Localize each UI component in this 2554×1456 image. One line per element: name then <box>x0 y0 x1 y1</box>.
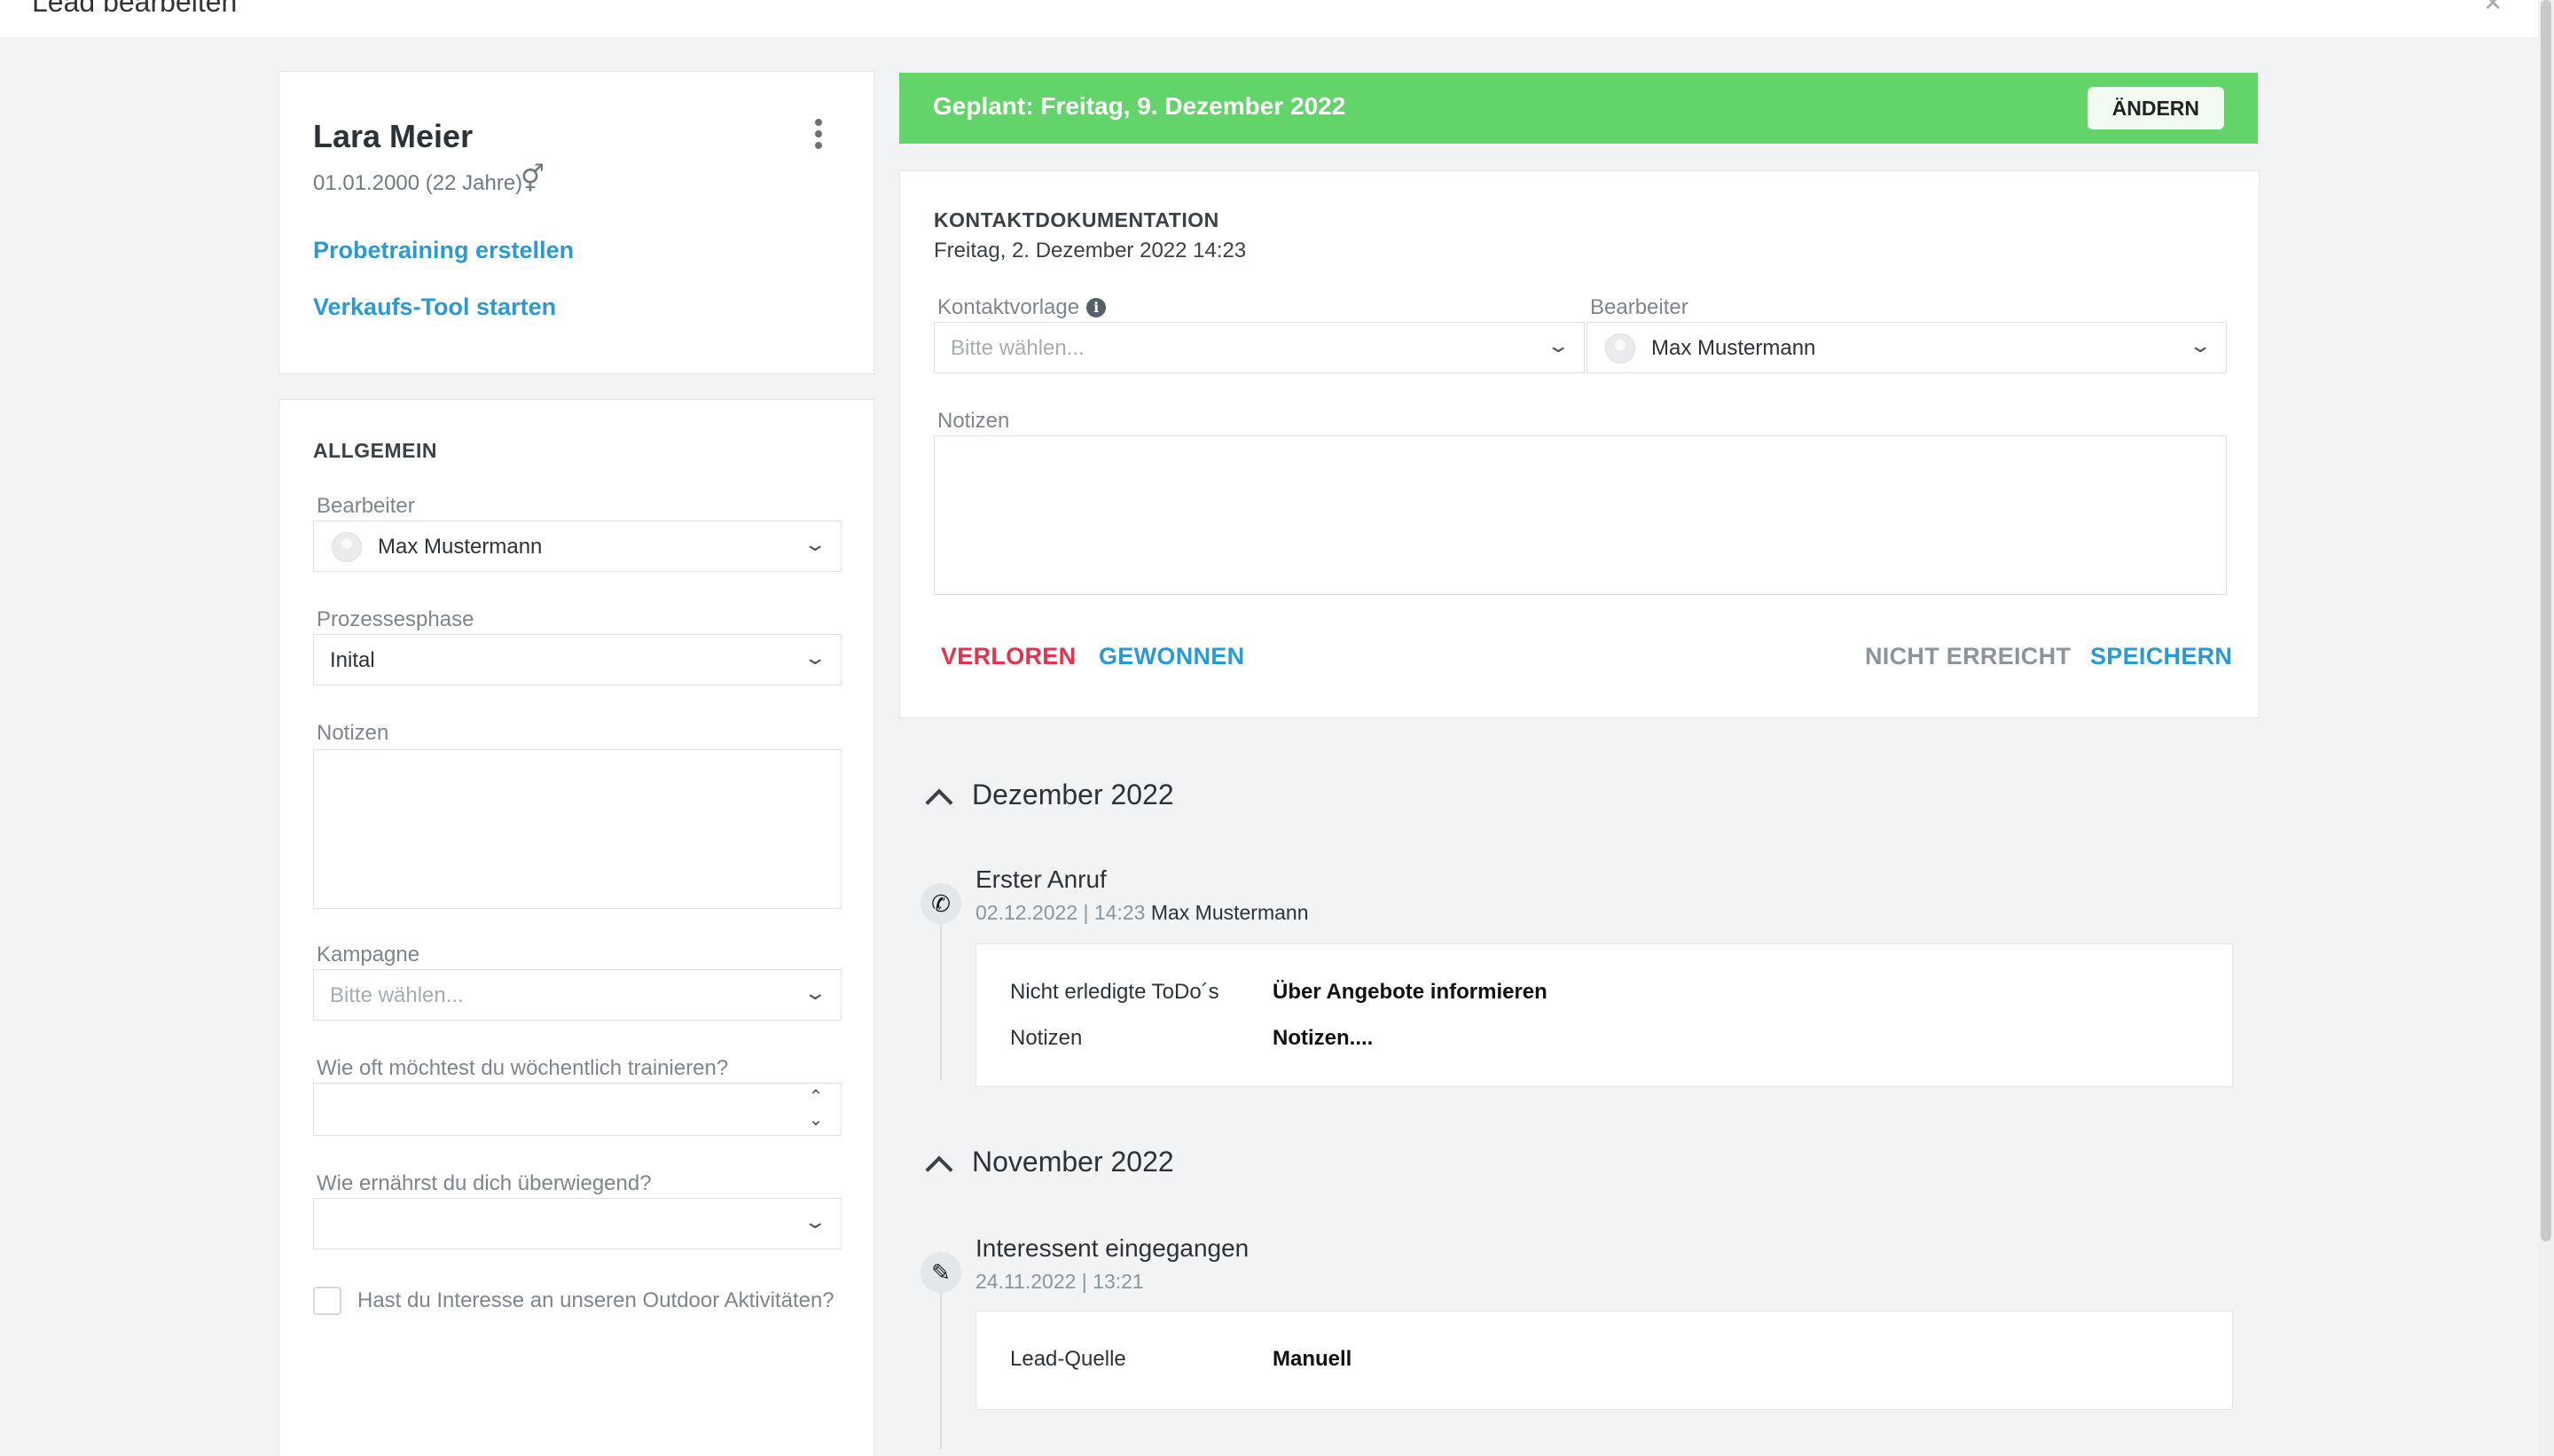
phase-value: Inital <box>330 648 375 672</box>
phase-label: Prozessesphase <box>317 607 474 631</box>
editor-label: Bearbeiter <box>317 494 415 518</box>
training-frequency-input[interactable]: ⌃ ⌄ <box>313 1083 842 1136</box>
timeline-line <box>940 915 942 1080</box>
outdoor-label: Hast du Interesse an unseren Outdoor Akt… <box>357 1288 834 1312</box>
chevron-down-icon: ⌄ <box>802 1210 827 1233</box>
entry-meta: 02.12.2022 | 14:23 Max Mustermann <box>975 901 1309 925</box>
detail-key: Lead-Quelle <box>1010 1347 1126 1371</box>
contact-notes-label: Notizen <box>937 409 1010 433</box>
contact-datetime: Freitag, 2. Dezember 2022 14:23 <box>934 239 1247 262</box>
contact-section-title: KONTAKTDOKUMENTATION <box>934 208 1219 231</box>
contact-editor-label: Bearbeiter <box>1590 295 1688 319</box>
outdoor-checkbox[interactable] <box>313 1287 341 1315</box>
general-card: ALLGEMEIN Bearbeiter Max Mustermann ⌄ Pr… <box>278 399 874 1456</box>
template-label: Kontaktvorlage i <box>937 295 1107 320</box>
create-trial-link[interactable]: Probetraining erstellen <box>313 237 574 264</box>
entry-details: Lead-Quelle Manuell <box>975 1311 2233 1410</box>
contact-editor-select[interactable]: Max Mustermann ⌄ <box>1586 322 2227 373</box>
campaign-label: Kampagne <box>317 943 420 967</box>
entry-meta: 24.11.2022 | 13:21 <box>975 1270 1144 1294</box>
chevron-down-icon: ⌄ <box>2187 334 2213 356</box>
change-button[interactable]: ÄNDERN <box>2087 87 2224 129</box>
contact-documentation-card: KONTAKTDOKUMENTATION Freitag, 2. Dezembe… <box>899 170 2260 718</box>
person-birthdate: 01.01.2000 (22 Jahre) <box>313 171 523 195</box>
detail-value: Notizen.... <box>1273 1026 1374 1050</box>
nutrition-select[interactable]: ⌄ <box>313 1198 842 1249</box>
collapse-november-icon[interactable] <box>925 1155 953 1184</box>
entry-date: 02.12.2022 | 14:23 <box>975 901 1146 924</box>
gender-icon: ⚥ <box>521 165 545 194</box>
close-icon[interactable]: ✕ <box>2483 0 2503 17</box>
timeline-line <box>940 1284 942 1449</box>
chevron-down-icon: ⌄ <box>802 533 827 555</box>
more-options-icon[interactable] <box>808 116 829 152</box>
save-button[interactable]: SPEICHERN <box>2090 643 2232 670</box>
notes-textarea[interactable] <box>313 749 842 909</box>
start-sales-tool-link[interactable]: Verkaufs-Tool starten <box>313 294 556 321</box>
campaign-select[interactable]: Bitte wählen... ⌄ <box>313 969 842 1021</box>
template-placeholder: Bitte wählen... <box>951 336 1085 360</box>
editor-select[interactable]: Max Mustermann ⌄ <box>313 521 842 572</box>
scrollbar-thumb[interactable] <box>2541 0 2551 1241</box>
entry-details: Nicht erledigte ToDo´s Über Angebote inf… <box>975 943 2233 1087</box>
person-card: Lara Meier 01.01.2000 (22 Jahre) ⚥ Probe… <box>278 71 874 374</box>
modal-title: Lead bearbeiten <box>32 0 238 18</box>
collapse-december-icon[interactable] <box>925 788 953 817</box>
not-reached-button[interactable]: NICHT ERREICHT <box>1865 643 2071 670</box>
chevron-down-icon: ⌄ <box>802 982 827 1004</box>
phase-select[interactable]: Inital ⌄ <box>313 634 842 685</box>
contact-notes-textarea[interactable] <box>934 435 2227 595</box>
person-name: Lara Meier <box>313 118 474 154</box>
number-stepper[interactable]: ⌃ ⌄ <box>805 1085 827 1131</box>
training-frequency-label: Wie oft möchtest du wöchentlich trainier… <box>317 1056 729 1080</box>
campaign-placeholder: Bitte wählen... <box>330 983 464 1007</box>
edit-icon: ✎ <box>921 1252 961 1293</box>
month-header-november: November 2022 <box>972 1146 1174 1178</box>
avatar <box>1605 333 1635 364</box>
notes-label: Notizen <box>317 721 389 745</box>
template-select[interactable]: Bitte wählen... ⌄ <box>934 322 1585 373</box>
chevron-down-icon: ⌄ <box>1545 334 1571 356</box>
lost-button[interactable]: VERLOREN <box>941 643 1076 670</box>
phone-icon: ✆ <box>921 883 961 924</box>
detail-key: Nicht erledigte ToDo´s <box>1010 980 1219 1004</box>
status-text: Geplant: Freitag, 9. Dezember 2022 <box>933 92 1346 120</box>
info-icon[interactable]: i <box>1086 298 1107 317</box>
contact-editor-value: Max Mustermann <box>1651 336 1816 360</box>
entry-title: Interessent eingegangen <box>975 1234 1250 1262</box>
general-section-title: ALLGEMEIN <box>313 439 437 462</box>
modal-header: Lead bearbeiten ✕ <box>0 0 2538 37</box>
detail-value: Manuell <box>1273 1347 1352 1371</box>
nutrition-label: Wie ernährst du dich überwiegend? <box>317 1171 652 1195</box>
editor-value: Max Mustermann <box>378 535 543 559</box>
month-header-december: Dezember 2022 <box>972 779 1174 810</box>
entry-author: Max Mustermann <box>1150 901 1309 924</box>
scrollbar[interactable] <box>2538 0 2554 1456</box>
detail-key: Notizen <box>1010 1026 1083 1050</box>
won-button[interactable]: GEWONNEN <box>1099 643 1244 670</box>
modal-content: Lara Meier 01.01.2000 (22 Jahre) ⚥ Probe… <box>0 37 2538 1456</box>
status-banner: Geplant: Freitag, 9. Dezember 2022 ÄNDER… <box>899 73 2258 144</box>
detail-value: Über Angebote informieren <box>1273 980 1547 1004</box>
entry-date: 24.11.2022 | 13:21 <box>975 1270 1144 1293</box>
entry-title: Erster Anruf <box>975 865 1107 893</box>
chevron-down-icon: ⌄ <box>802 646 827 669</box>
avatar <box>332 532 362 562</box>
